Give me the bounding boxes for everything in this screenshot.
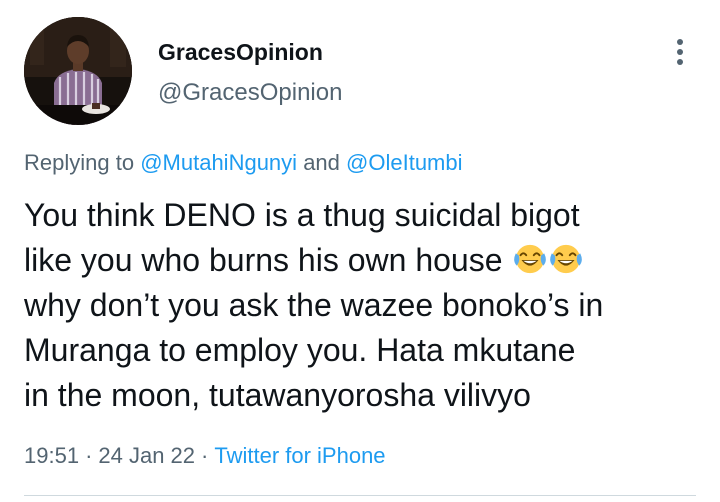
more-options-button[interactable] bbox=[664, 34, 696, 70]
mention-link[interactable]: @OleItumbi bbox=[346, 150, 462, 175]
tweet-source-link[interactable]: Twitter for iPhone bbox=[214, 443, 385, 468]
tweet-text-line: You think DENO is a thug suicidal bigot bbox=[24, 193, 704, 238]
tweet-text-segment: why don’t you ask the wazee bonoko’s in bbox=[24, 287, 604, 323]
replying-to-line: Replying to @MutahiNgunyi and @OleItumbi bbox=[24, 149, 463, 177]
tweet-metadata: 19:51 · 24 Jan 22 · Twitter for iPhone bbox=[24, 441, 386, 471]
mention-link[interactable]: @MutahiNgunyi bbox=[140, 150, 297, 175]
meta-separator: · bbox=[85, 443, 93, 468]
tweet-text-line: like you who burns his own house bbox=[24, 238, 704, 283]
tweet-text: You think DENO is a thug suicidal bigot … bbox=[24, 193, 704, 418]
tweet-text-line: Muranga to employ you. Hata mkutane bbox=[24, 328, 704, 373]
tweet-text-segment: You think DENO is a thug suicidal bigot bbox=[24, 197, 580, 233]
author-handle[interactable]: @GracesOpinion bbox=[158, 78, 342, 108]
replying-to-label: Replying to bbox=[24, 150, 135, 175]
tweet-card: GracesOpinion @GracesOpinion Replying to… bbox=[0, 0, 720, 502]
tweet-text-line: in the moon, tutawanyorosha vilivyo bbox=[24, 373, 704, 418]
tweet-time[interactable]: 19:51 bbox=[24, 443, 79, 468]
face-with-tears-of-joy-emoji bbox=[514, 244, 547, 274]
tweet-date[interactable]: 24 Jan 22 bbox=[98, 443, 195, 468]
face-with-tears-of-joy-emoji bbox=[550, 244, 583, 274]
meta-separator: · bbox=[201, 443, 209, 468]
tweet-text-segment: in the moon, tutawanyorosha vilivyo bbox=[24, 377, 531, 413]
tweet-text-segment: Muranga to employ you. Hata mkutane bbox=[24, 332, 576, 368]
author-display-name[interactable]: GracesOpinion bbox=[158, 38, 323, 66]
divider bbox=[24, 495, 696, 496]
avatar[interactable] bbox=[24, 17, 132, 125]
tweet-text-line: why don’t you ask the wazee bonoko’s in bbox=[24, 283, 704, 328]
replying-conjunction: and bbox=[303, 150, 340, 175]
tweet-text-segment: like you who burns his own house bbox=[24, 242, 503, 278]
